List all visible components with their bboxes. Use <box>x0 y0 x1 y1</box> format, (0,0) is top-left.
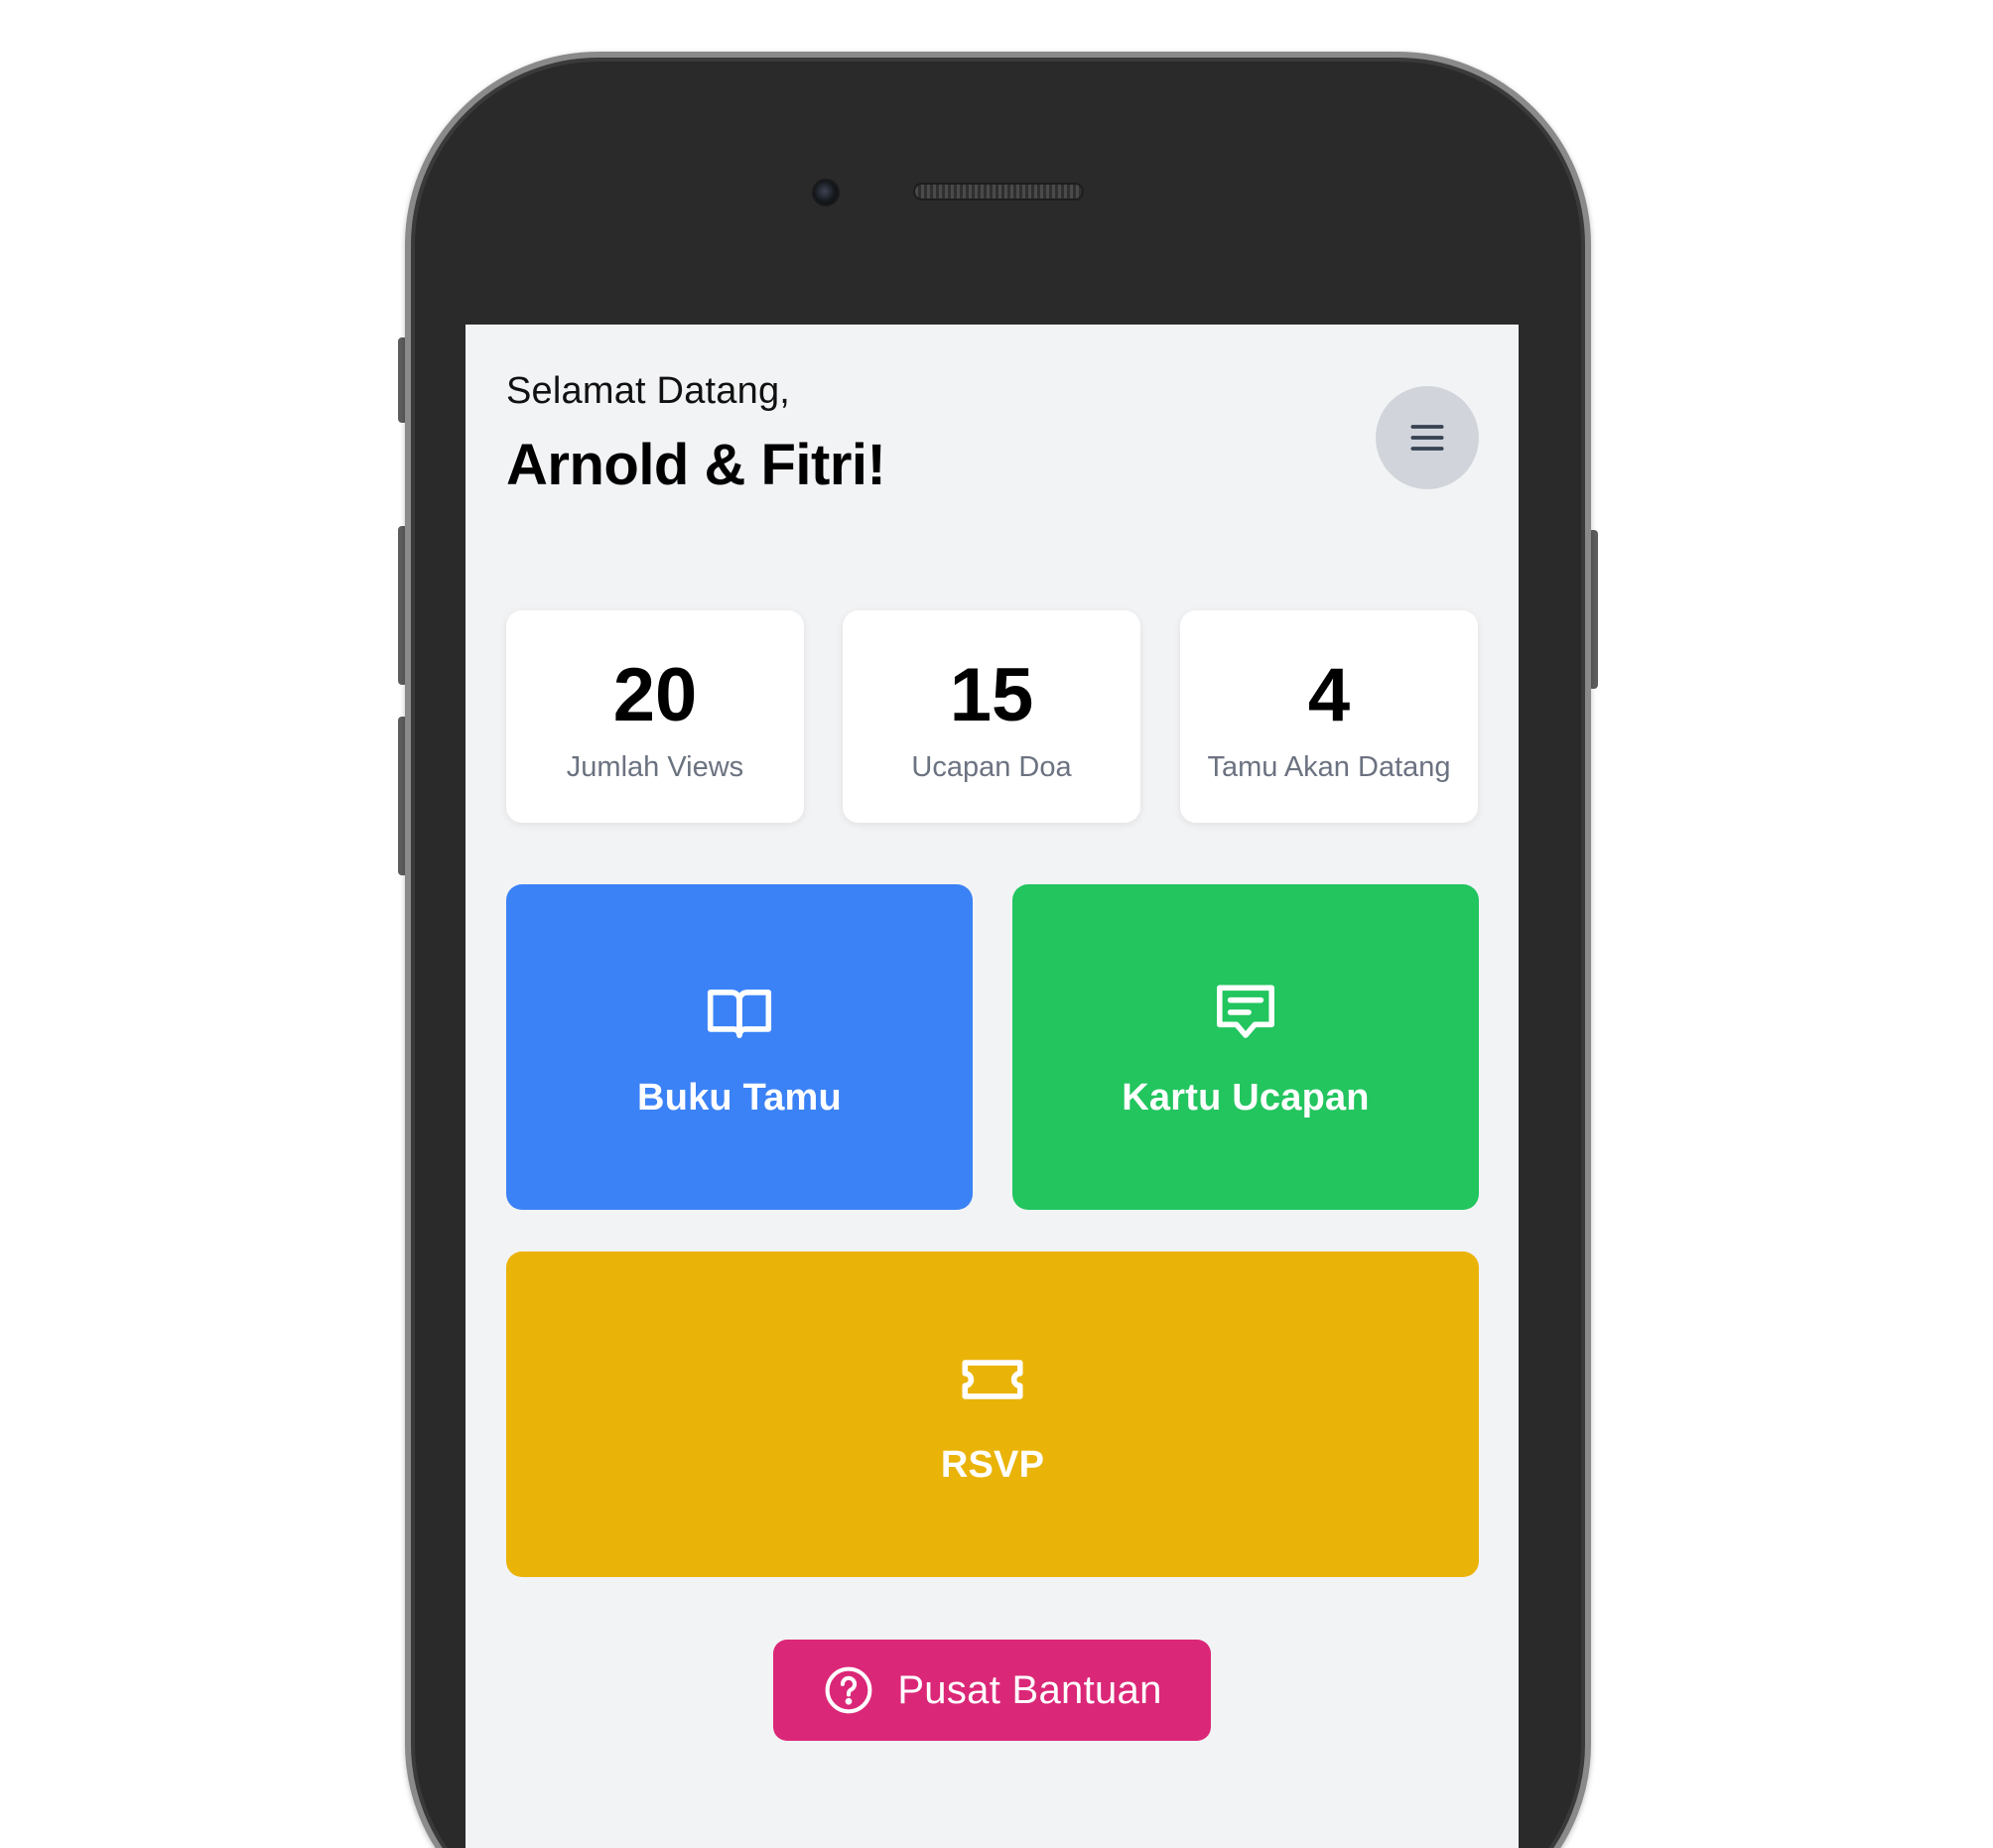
open-book-icon <box>707 989 772 1038</box>
app-screen: Selamat Datang, Arnold & Fitri! 20 Jumla… <box>465 325 1519 1848</box>
stat-label: Tamu Akan Datang <box>1207 750 1451 783</box>
stat-value: 4 <box>1307 652 1351 737</box>
menu-button[interactable] <box>1376 386 1479 489</box>
stat-card-attending: 4 Tamu Akan Datang <box>1180 610 1478 823</box>
device-mockup: Selamat Datang, Arnold & Fitri! 20 Jumla… <box>0 0 1993 1848</box>
stat-label: Jumlah Views <box>566 750 744 783</box>
front-camera <box>812 179 840 206</box>
stat-card-wishes: 15 Ucapan Doa <box>843 610 1140 823</box>
stat-card-views: 20 Jumlah Views <box>506 610 804 823</box>
earpiece-speaker <box>913 183 1084 200</box>
rsvp-button[interactable]: RSVP <box>506 1252 1479 1577</box>
help-center-button[interactable]: Pusat Bantuan <box>773 1640 1211 1741</box>
couple-name: Arnold & Fitri! <box>506 433 886 497</box>
guestbook-label: Buku Tamu <box>637 1076 842 1119</box>
stat-value: 20 <box>612 652 698 737</box>
help-center-label: Pusat Bantuan <box>897 1667 1162 1712</box>
greeting-text: Selamat Datang, <box>506 370 791 412</box>
stat-value: 15 <box>949 652 1034 737</box>
hamburger-menu-icon <box>1410 425 1444 451</box>
stat-label: Ucapan Doa <box>911 750 1072 783</box>
rsvp-label: RSVP <box>940 1443 1045 1486</box>
ticket-icon <box>962 1359 1023 1399</box>
guestbook-button[interactable]: Buku Tamu <box>506 884 973 1210</box>
question-circle-icon <box>825 1666 872 1714</box>
chat-message-icon <box>1217 985 1274 1038</box>
greeting-card-button[interactable]: Kartu Ucapan <box>1012 884 1479 1210</box>
greeting-card-label: Kartu Ucapan <box>1122 1076 1370 1119</box>
